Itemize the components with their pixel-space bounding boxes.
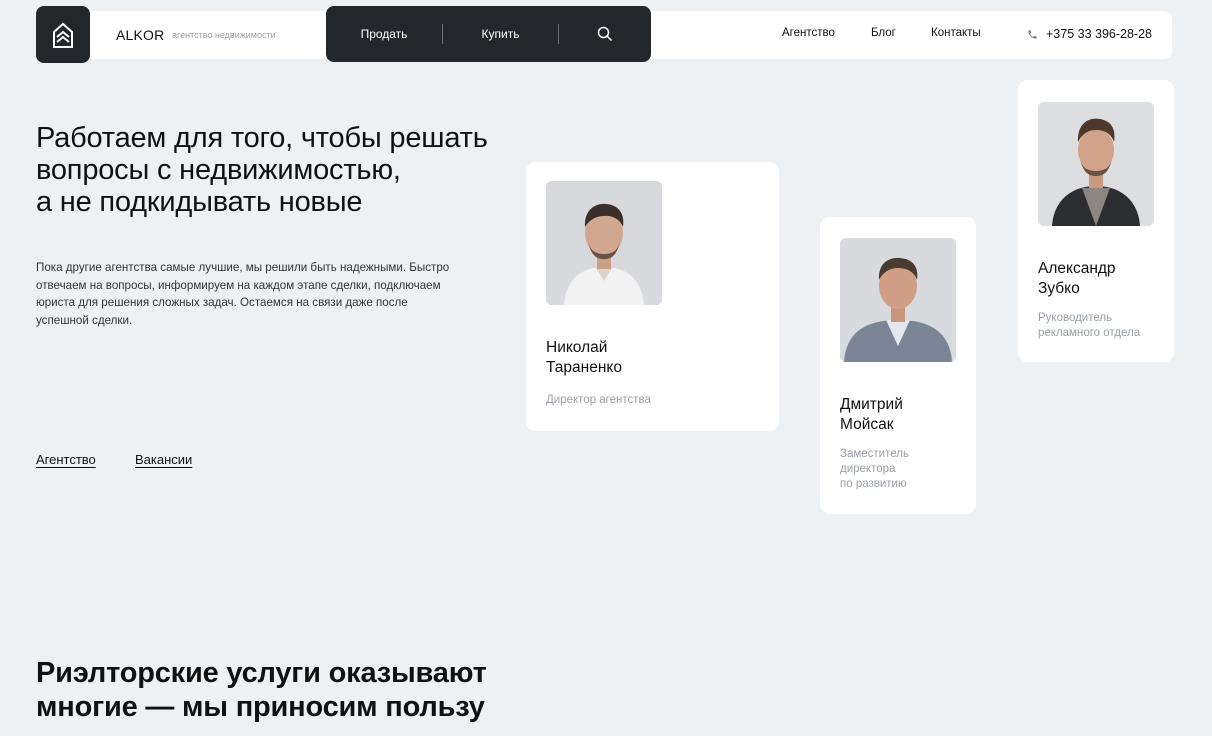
team-photo (1038, 102, 1154, 226)
hero-text-line: Пока другие агентства самые лучшие, мы р… (36, 261, 450, 274)
person-name-line: Александр (1038, 260, 1116, 277)
team-card[interactable]: Александр Зубко Руководитель рекламного … (1018, 80, 1174, 362)
search-icon (597, 26, 613, 42)
section-title-line: многие — мы приносим пользу (36, 691, 485, 723)
site-header: ALKOR агентство недвижимости Продать Куп… (36, 6, 1172, 63)
person-role: Директор агентства (546, 393, 651, 408)
team-card[interactable]: Николай Тараненко Директор агентства (526, 162, 779, 431)
person-name: Николай Тараненко (546, 338, 622, 378)
team-card[interactable]: Дмитрий Мойсак Заместитель директора по … (820, 217, 976, 514)
phone-link[interactable]: +375 33 396-28-28 (1027, 27, 1152, 41)
person-name-line: Зубко (1038, 280, 1080, 297)
nav-link-agency[interactable]: Агентство (782, 27, 835, 39)
vacancies-link[interactable]: Вакансии (135, 452, 192, 467)
hero-title-line: Работаем для того, чтобы решать (36, 122, 488, 154)
brand-name[interactable]: ALKOR (116, 27, 164, 43)
team-photo (546, 181, 662, 305)
nav-sell-button[interactable]: Продать (326, 27, 442, 41)
person-role-line: Руководитель (1038, 312, 1113, 324)
person-role-line: Заместитель (840, 448, 909, 460)
person-photo-icon (546, 181, 662, 305)
hero-text-line: успешной сделки. (36, 313, 133, 327)
hero-text-line: юриста для решения сложных задач. Остаем… (36, 296, 408, 309)
phone-icon (1028, 29, 1037, 39)
brand-subtitle: агентство недвижимости (172, 30, 276, 40)
search-button[interactable] (559, 26, 651, 42)
person-role-line: Директор агентства (546, 394, 651, 406)
person-role-line: по развитию (840, 478, 907, 490)
hero-title-line: а не подкидывать новые (36, 186, 363, 218)
nav-buy-button[interactable]: Купить (443, 27, 558, 41)
logo-icon (53, 22, 73, 48)
person-role-line: директора (840, 463, 896, 475)
logo[interactable] (36, 6, 90, 63)
phone-number: +375 33 396-28-28 (1046, 27, 1152, 41)
person-name-line: Николай (546, 339, 608, 356)
section-title: Риэлторские услуги оказывают многие — мы… (36, 656, 556, 724)
main-nav: Продать Купить (326, 6, 651, 62)
hero-text-line: отвечаем на вопросы, информируем на кажд… (36, 278, 441, 292)
person-name-line: Тараненко (546, 359, 622, 376)
agency-link[interactable]: Агентство (36, 452, 96, 467)
hero-title-line: вопросы с недвижимостью, (36, 154, 401, 186)
nav-link-contacts[interactable]: Контакты (931, 27, 981, 39)
nav-link-blog[interactable]: Блог (871, 27, 896, 39)
person-role: Руководитель рекламного отдела (1038, 311, 1140, 341)
person-photo-icon (840, 238, 956, 362)
person-role-line: рекламного отдела (1038, 327, 1141, 339)
person-photo-icon (1038, 102, 1154, 226)
team-photo (840, 238, 956, 362)
hero-title: Работаем для того, чтобы решать вопросы … (36, 122, 516, 218)
hero-description: Пока другие агентства самые лучшие, мы р… (36, 259, 466, 329)
person-role: Заместитель директора по развитию (840, 447, 909, 492)
person-name: Александр Зубко (1038, 259, 1116, 299)
person-name-line: Дмитрий (840, 396, 903, 413)
person-name-line: Мойсак (840, 416, 894, 433)
person-name: Дмитрий Мойсак (840, 395, 903, 435)
section-title-line: Риэлторские услуги оказывают (36, 657, 487, 689)
